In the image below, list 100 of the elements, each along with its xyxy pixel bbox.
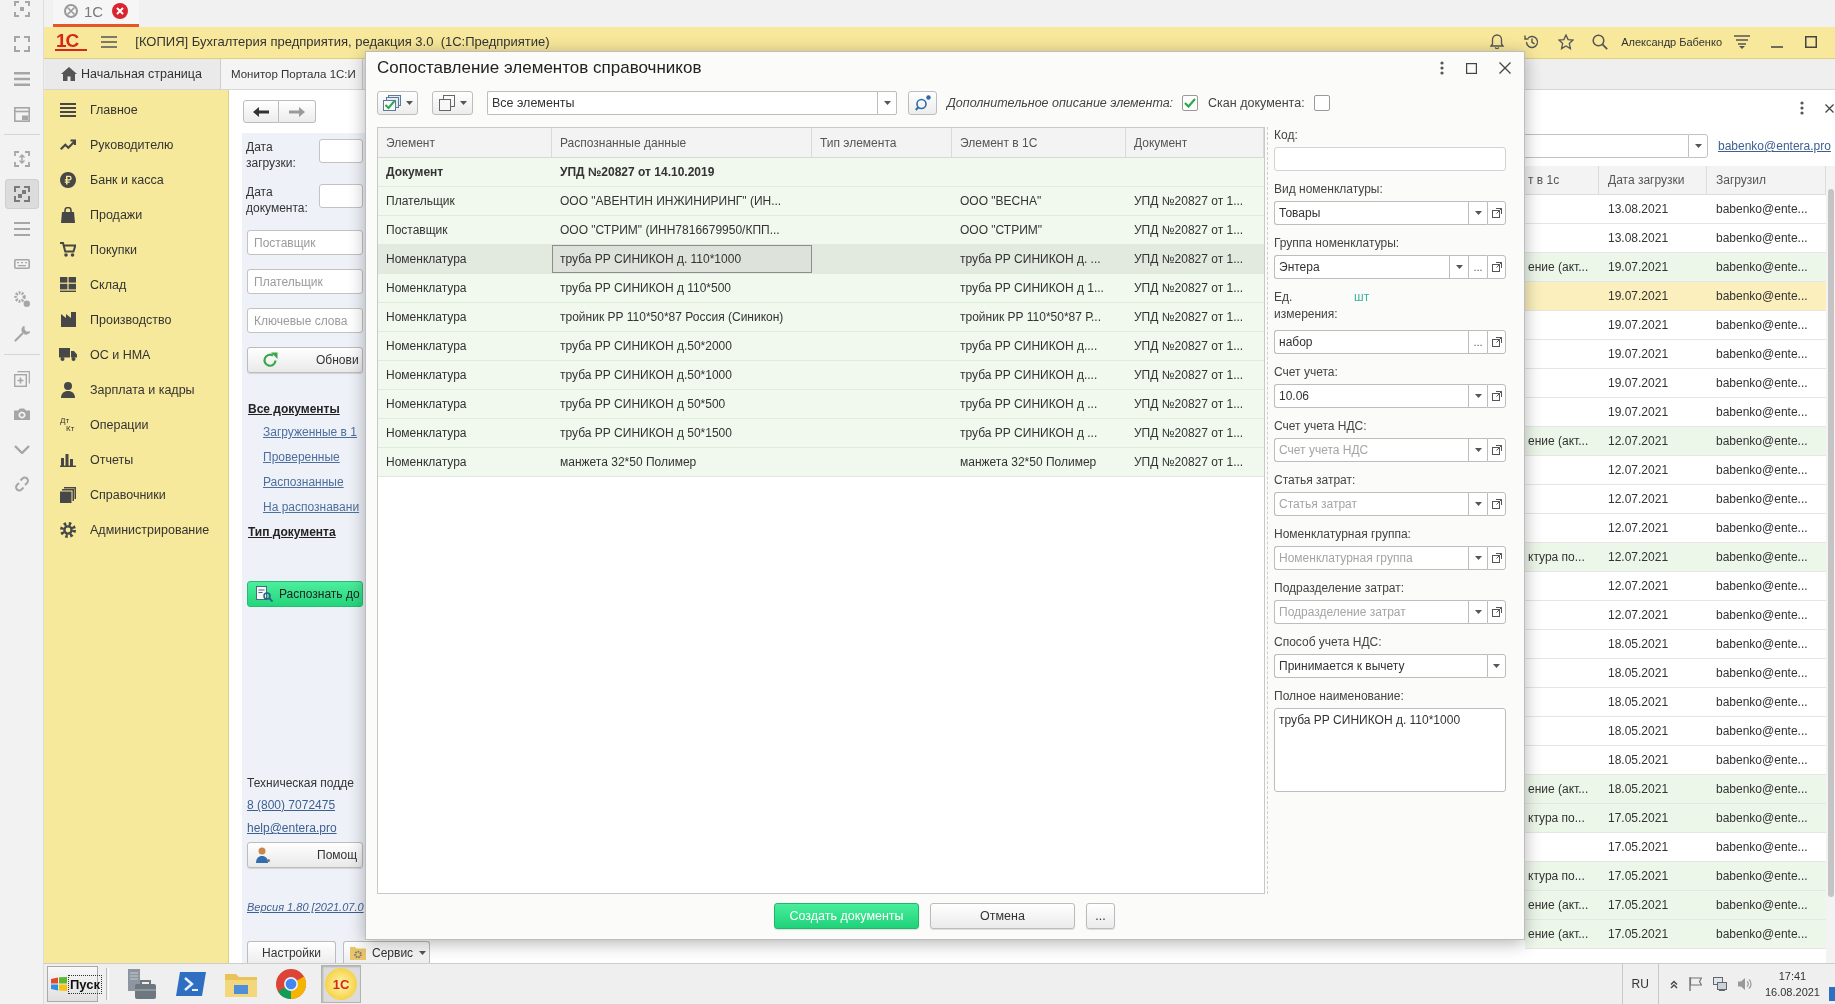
sidebar-item[interactable]: Администрирование [44,512,228,547]
sidebar-item[interactable]: ОС и НМА [44,337,228,372]
clock[interactable]: 17:41 16.08.2021 [1764,968,1820,1000]
dropdown-button[interactable] [1487,654,1506,678]
column-header[interactable]: Элемент [378,128,552,157]
table-row[interactable]: ктура по... 12.07.2021 babenko@ente... [1525,543,1826,572]
table-row[interactable]: ктура по... 17.05.2021 babenko@ente... [1525,862,1826,891]
back-button[interactable] [243,100,279,123]
choose-button[interactable]: ... [1468,255,1487,279]
table-row[interactable]: Документ УПД №20827 от 14.10.2019 [378,158,1264,187]
select-field[interactable]: набор [1274,330,1468,354]
cancel-button[interactable]: Отмена [930,903,1075,929]
dropdown-button[interactable] [1468,384,1487,408]
select-field[interactable]: Номенклатурная группа [1274,546,1468,570]
table-row[interactable]: Номенклатура труба РР СИНИКОН д.50*1000 труба РР СИНИКОН д.... УПД №20827 от 1... [378,361,1264,390]
sidebar-item[interactable]: Отчеты [44,442,228,477]
select-field[interactable]: Принимается к вычету [1274,654,1487,678]
history-icon[interactable] [1524,33,1541,50]
home-tab[interactable]: Начальная страница [45,59,221,89]
sidebar-item[interactable]: Продажи [44,197,228,232]
text-field[interactable] [1274,147,1506,171]
side-tool-button[interactable] [4,179,39,209]
column-header[interactable]: Элемент в 1С [952,128,1126,157]
document-type-link[interactable]: Тип документа [248,520,336,545]
date-field[interactable] [319,184,363,208]
dropdown-button[interactable] [1688,134,1708,158]
settings-button[interactable]: Настройки [247,941,336,963]
table-row[interactable]: Номенклатура труба РР СИНИКОН д. 110*1000 труба РР СИНИКОН д. ... УПД №20827 от 1... [378,245,1264,274]
sidebar-item[interactable]: Склад [44,267,228,302]
browser-tab[interactable]: 1С [53,0,139,27]
table-row[interactable]: ение (акт... 17.05.2021 babenko@ente... [1525,920,1826,949]
choose-button[interactable]: ... [1468,330,1487,354]
sidebar-item[interactable]: Дт Кт Операции [44,407,228,442]
phone-link[interactable]: 8 (800) 7072475 [247,797,336,813]
table-row[interactable]: ение (акт... 19.07.2021 babenko@ente... [1525,253,1826,282]
speaker-icon[interactable] [1737,977,1752,991]
date-field[interactable] [319,139,363,163]
table-row[interactable]: ение (акт... 18.05.2021 babenko@ente... [1525,775,1826,804]
table-row[interactable]: Номенклатура манжета 32*50 Полимер манжета 32*50 Полимер УПД №20827 от 1... [378,448,1264,477]
open-button[interactable] [1487,330,1506,354]
status-link[interactable]: Распознанные [263,470,344,495]
open-button[interactable] [1487,255,1506,279]
language-indicator[interactable]: RU [1621,964,1659,1004]
dropdown-button[interactable] [1468,438,1487,462]
table-row[interactable]: Номенклатура труба РР СИНИКОН д.50*2000 труба РР СИНИКОН д.... УПД №20827 от 1... [378,332,1264,361]
table-row[interactable]: ктура по... 17.05.2021 babenko@ente... [1525,804,1826,833]
checkbox[interactable] [1313,95,1330,111]
close-icon[interactable] [1499,62,1511,74]
column-header[interactable]: Дата загрузки [1599,166,1707,194]
find-button[interactable] [908,91,937,115]
bell-icon[interactable] [1490,34,1505,49]
select-field[interactable]: 10.06 [1274,384,1468,408]
table-row[interactable]: ение (акт... 17.05.2021 babenko@ente... [1525,891,1826,920]
menu-icon[interactable] [101,35,118,48]
table-row[interactable]: 19.07.2021 babenko@ente... [1525,282,1826,311]
sidebar-item[interactable]: Производство [44,302,228,337]
search-field[interactable]: Поставщик [247,230,363,255]
more-icon[interactable] [1440,61,1444,75]
text-area[interactable]: труба РР СИНИКОН д. 110*1000 [1274,708,1506,792]
table-row[interactable]: Номенклатура труба РР СИНИКОН д 50*1500 труба РР СИНИКОН д ... УПД №20827 от 1... [378,419,1264,448]
refresh-button[interactable]: Обнови [247,347,363,373]
more-icon[interactable] [1800,101,1804,115]
sidebar-item[interactable]: Справочники [44,477,228,512]
column-header[interactable]: Тип элемента [812,128,952,157]
maximize-icon[interactable] [1805,35,1817,48]
open-button[interactable] [1487,384,1506,408]
open-button[interactable] [1487,492,1506,516]
search-icon[interactable] [1592,33,1609,50]
star-icon[interactable] [1558,33,1575,50]
table-row[interactable]: Номенклатура труба РР СИНИКОН д 110*500 труба РР СИНИКОН д 1... УПД №20827 от 1... [378,274,1264,303]
sidebar-item[interactable]: Зарплата и кадры [44,372,228,407]
dropdown-button[interactable] [1468,492,1487,516]
list-menu-icon[interactable] [1734,34,1750,49]
recognize-button[interactable]: Распознать до [247,581,363,607]
search-field[interactable]: Ключевые слова [247,308,363,333]
search-field[interactable]: Плательщик [247,269,363,294]
table-row[interactable]: Поставщик ООО "СТРИМ" (ИНН7816679950/КПП... ООО "СТРИМ" УПД №20827 от 1... [378,216,1264,245]
copy-menu-button[interactable] [432,91,473,115]
table-row[interactable]: Плательщик ООО "АВЕНТИН ИНЖИНИРИНГ" (ИН... ООО "ВЕСНА" УПД №20827 от 1... [378,187,1264,216]
status-link[interactable]: Проверенные [263,445,340,470]
table-row[interactable]: Номенклатура тройник РР 110*50*87 Россия (Синикон) тройник РР 110*50*87 Р... УПД №20827 от 1... [378,303,1264,332]
open-button[interactable] [1487,600,1506,624]
dropdown-button[interactable] [1468,546,1487,570]
maximize-icon[interactable] [1466,62,1477,74]
open-button[interactable] [1487,438,1506,462]
dropdown-button[interactable] [1449,255,1468,279]
select-field[interactable]: Подразделение затрат [1274,600,1468,624]
table-row[interactable]: ение (акт... 12.07.2021 babenko@ente... [1525,427,1826,456]
dropdown-button[interactable] [1468,201,1487,225]
column-header[interactable]: Распознанные данные [552,128,812,157]
sidebar-item[interactable]: Банк и касса [44,162,228,197]
checkbox[interactable] [1182,95,1199,111]
sidebar-item[interactable]: Покупки [44,232,228,267]
filter-select[interactable]: Все элементы [487,91,877,115]
select-field[interactable]: Товары [1274,201,1468,225]
email-link[interactable]: help@entera.pro [247,820,337,836]
open-button[interactable] [1487,201,1506,225]
column-header[interactable]: Документ [1126,128,1264,157]
chevron-up-icon[interactable] [1669,979,1678,989]
select-field[interactable]: Счет учета НДС [1274,438,1468,462]
